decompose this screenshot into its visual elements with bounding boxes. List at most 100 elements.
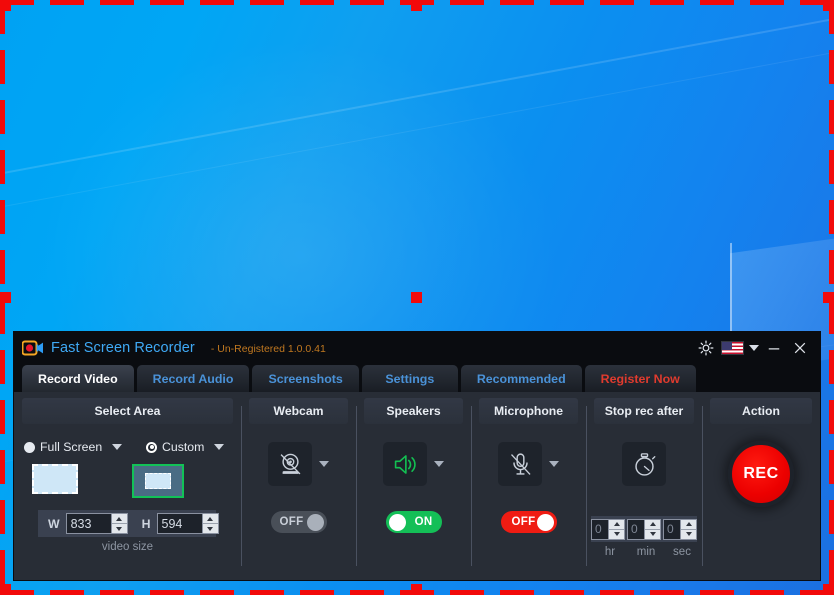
- radio-dot-custom[interactable]: [146, 441, 157, 453]
- app-title: Fast Screen Recorder: [51, 339, 195, 356]
- width-stepper[interactable]: 833: [65, 513, 128, 534]
- chevron-down-icon[interactable]: [319, 461, 329, 467]
- seconds-stepper-buttons: [680, 519, 696, 539]
- webcam-disabled-icon[interactable]: [268, 442, 312, 486]
- toggle-knob: [388, 513, 406, 531]
- stop-rec-timer-controls: 0 0 0: [591, 516, 697, 542]
- video-camera-icon: [21, 339, 44, 357]
- rec-button[interactable]: REC: [728, 441, 794, 507]
- capture-region-edge-top[interactable]: [0, 0, 834, 5]
- minimize-button[interactable]: [761, 335, 787, 361]
- panel-body-action: REC: [702, 424, 820, 580]
- height-input[interactable]: 594: [158, 514, 202, 533]
- capture-region-edge-right[interactable]: [829, 0, 834, 595]
- speakers-toggle[interactable]: ON: [385, 511, 442, 533]
- resize-handle-top-center[interactable]: [411, 0, 422, 11]
- resize-handle-middle-left[interactable]: [0, 292, 11, 303]
- language-selector[interactable]: [719, 340, 761, 355]
- area-thumbnails: [32, 464, 241, 498]
- caret-down-icon: [207, 526, 213, 531]
- panel-header-microphone: Microphone: [479, 398, 578, 424]
- seconds-stepper[interactable]: 0: [663, 518, 697, 540]
- webcam-toggle-label: OFF: [279, 516, 304, 528]
- us-flag-icon: [721, 340, 744, 355]
- tab-register-now[interactable]: Register Now: [584, 365, 696, 392]
- panels-row: Select Area Full Screen Custom W 833 H 5…: [14, 392, 820, 580]
- chevron-down-icon[interactable]: [434, 461, 444, 467]
- width-increment-button[interactable]: [111, 514, 127, 524]
- tab-recommended[interactable]: Recommended: [460, 365, 582, 392]
- seconds-decrement-button[interactable]: [681, 530, 696, 539]
- hours-stepper[interactable]: 0: [591, 518, 625, 540]
- capture-region-edge-left[interactable]: [0, 0, 5, 595]
- fast-screen-recorder-window: Fast Screen Recorder - Un-Registered 1.0…: [14, 332, 820, 580]
- radio-full-screen[interactable]: Full Screen: [24, 440, 146, 454]
- height-increment-button[interactable]: [202, 514, 218, 524]
- seconds-increment-button[interactable]: [681, 520, 696, 530]
- resize-handle-bottom-left[interactable]: [0, 584, 11, 595]
- timer-unit-labels: hr min sec: [586, 546, 702, 558]
- caret-down-icon: [613, 532, 620, 536]
- radio-custom[interactable]: Custom: [146, 440, 225, 454]
- width-input[interactable]: 833: [67, 514, 111, 533]
- chevron-down-icon[interactable]: [749, 344, 759, 351]
- resize-handle-middle-right[interactable]: [823, 292, 834, 303]
- fullscreen-thumbnail[interactable]: [32, 464, 78, 494]
- gear-icon[interactable]: [693, 335, 719, 361]
- height-decrement-button[interactable]: [203, 524, 218, 533]
- resize-handle-bottom-right[interactable]: [823, 584, 834, 595]
- resize-handle-top-right[interactable]: [823, 0, 834, 11]
- panel-header-webcam: Webcam: [249, 398, 348, 424]
- video-size-caption: video size: [101, 541, 154, 553]
- caret-up-icon: [649, 522, 656, 526]
- panel-stop-rec-after: Stop rec after 0 0 0 hr min sec: [586, 392, 702, 580]
- stopwatch-icon-row: [586, 442, 702, 486]
- tab-record-video[interactable]: Record Video: [22, 365, 134, 392]
- radio-dot-full-screen[interactable]: [24, 441, 35, 453]
- microphone-toggle[interactable]: OFF: [500, 511, 557, 533]
- microphone-muted-icon[interactable]: [498, 442, 542, 486]
- caret-up-icon: [207, 516, 213, 521]
- height-label: H: [141, 516, 151, 531]
- panel-header-select-area: Select Area: [22, 398, 233, 424]
- microphone-toggle-label: OFF: [511, 516, 536, 528]
- minutes-decrement-button[interactable]: [645, 530, 660, 539]
- panel-header-stop-rec-after: Stop rec after: [594, 398, 694, 424]
- panel-body-speakers: ON: [356, 424, 471, 580]
- caret-up-icon: [685, 522, 692, 526]
- speakers-toggle-label: ON: [414, 516, 433, 528]
- video-size-controls: W 833 H 594: [38, 510, 219, 537]
- hours-decrement-button[interactable]: [609, 530, 624, 539]
- caret-down-icon: [649, 532, 656, 536]
- hours-label: hr: [604, 546, 616, 558]
- minutes-input[interactable]: 0: [628, 520, 644, 539]
- seconds-input[interactable]: 0: [664, 520, 680, 539]
- tab-screenshots[interactable]: Screenshots: [252, 365, 359, 392]
- tab-record-audio[interactable]: Record Audio: [136, 365, 250, 392]
- capture-region-edge-bottom[interactable]: [0, 590, 834, 595]
- custom-area-thumbnail[interactable]: [132, 464, 184, 498]
- close-icon[interactable]: [787, 335, 813, 361]
- chevron-down-icon[interactable]: [214, 444, 225, 450]
- webcam-toggle[interactable]: OFF: [270, 511, 327, 533]
- resize-handle-middle-center[interactable]: [411, 292, 422, 303]
- hours-input[interactable]: 0: [592, 520, 608, 539]
- hours-increment-button[interactable]: [609, 520, 624, 530]
- tab-settings[interactable]: Settings: [361, 365, 458, 392]
- height-stepper[interactable]: 594: [156, 513, 219, 534]
- speaker-volume-icon[interactable]: [383, 442, 427, 486]
- panel-action: Action REC: [702, 392, 820, 580]
- panel-microphone: Microphone OFF: [471, 392, 586, 580]
- minutes-increment-button[interactable]: [645, 520, 660, 530]
- seconds-label: sec: [673, 546, 691, 558]
- resize-handle-top-left[interactable]: [0, 0, 11, 11]
- width-decrement-button[interactable]: [112, 524, 127, 533]
- titlebar-controls: [693, 335, 820, 361]
- chevron-down-icon[interactable]: [112, 444, 123, 450]
- resize-handle-bottom-center[interactable]: [411, 584, 422, 595]
- panel-body-select-area: Full Screen Custom W 833 H 594 video siz…: [14, 424, 241, 580]
- minutes-stepper[interactable]: 0: [627, 518, 661, 540]
- chevron-down-icon[interactable]: [549, 461, 559, 467]
- width-label: W: [48, 516, 60, 531]
- caret-up-icon: [613, 522, 620, 526]
